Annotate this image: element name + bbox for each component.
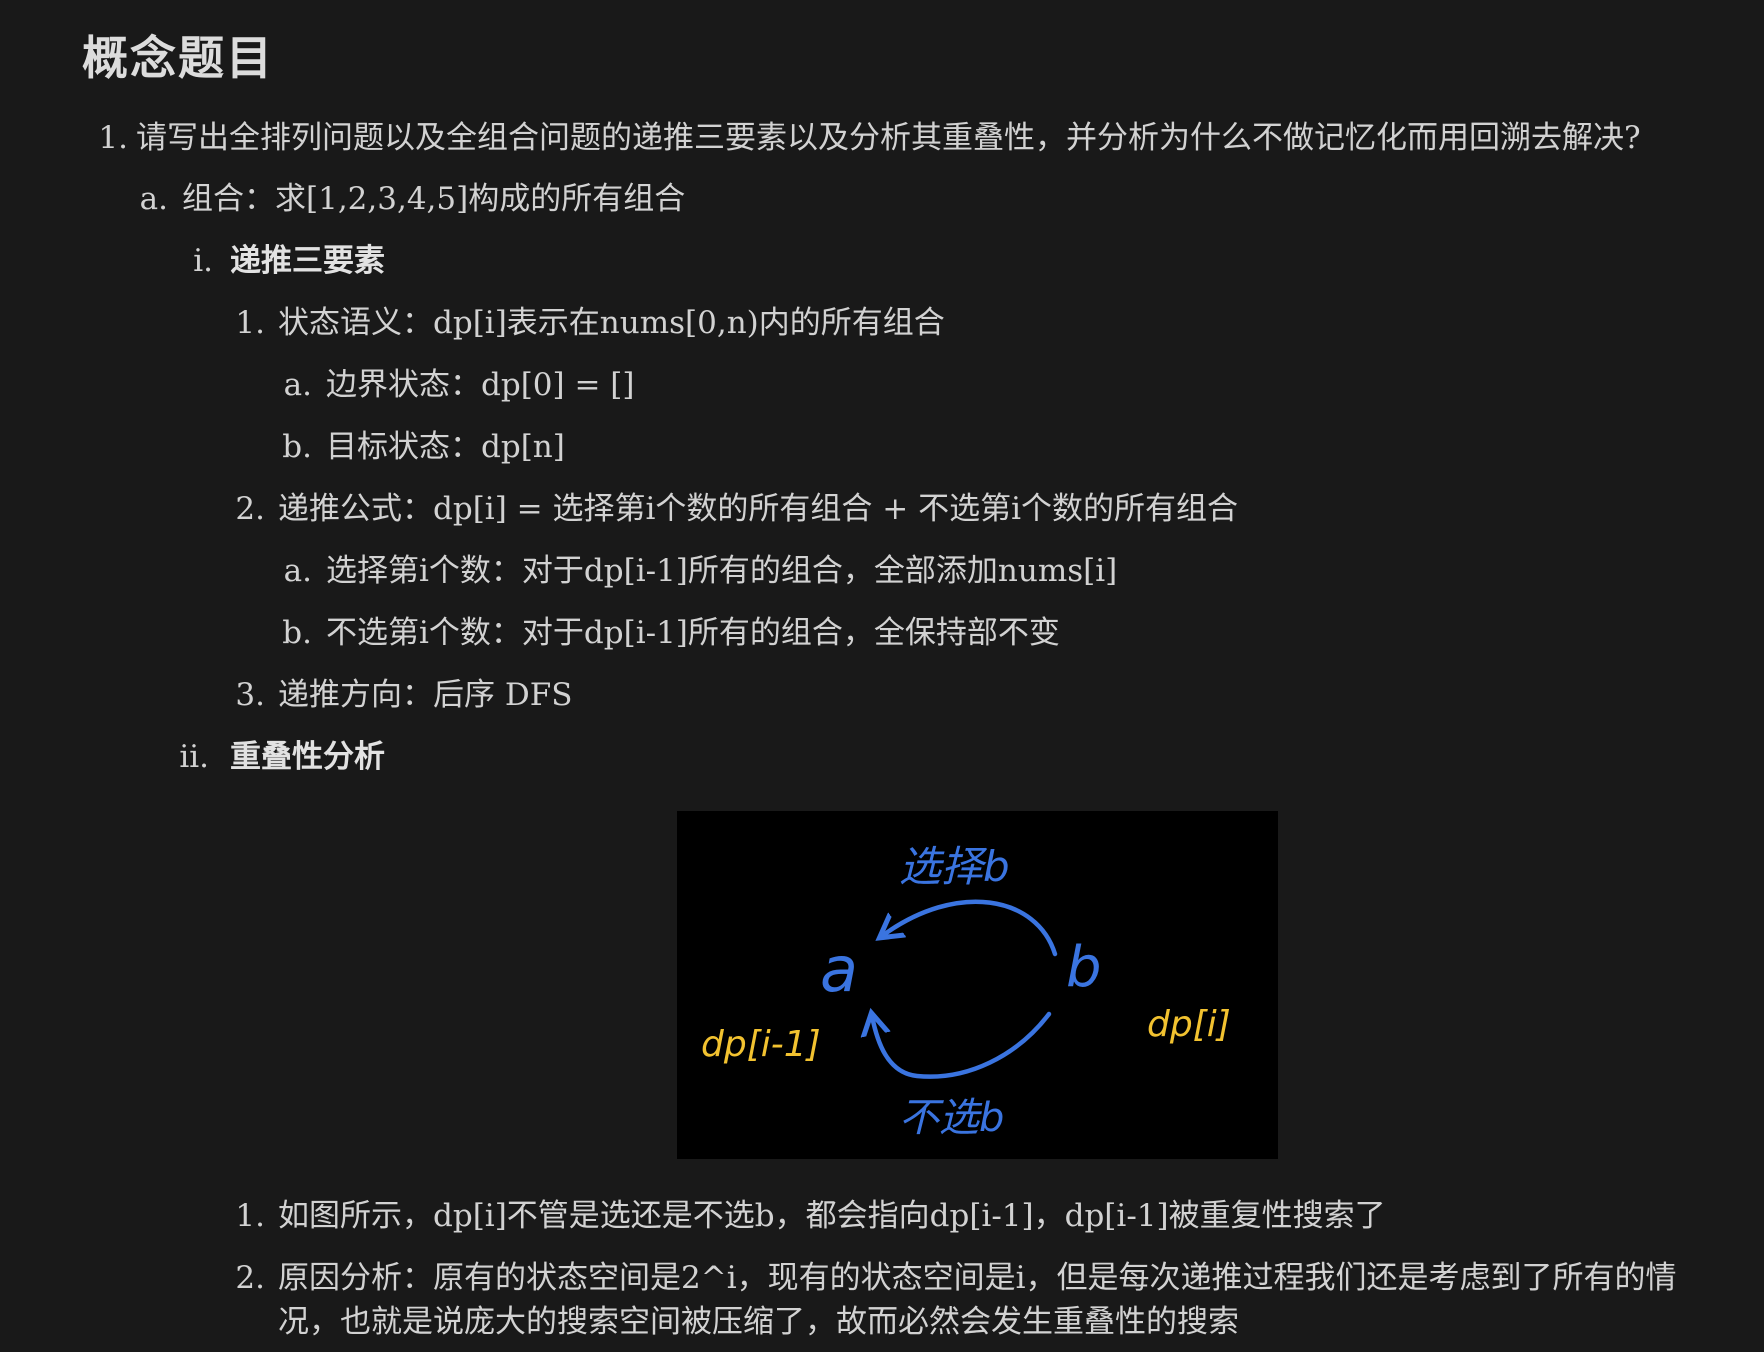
select-b-arrow — [882, 899, 1058, 957]
list-marker: 1. — [98, 120, 128, 156]
diagram-label-right: dp[i] — [1147, 1004, 1231, 1045]
list-item-text: 组合：求[1,2,3,4,5]构成的所有组合 — [182, 181, 686, 217]
skip-b-arrow — [872, 1014, 1052, 1079]
diagram-label-top: 选择b — [899, 842, 1010, 891]
diagram-node-b: b — [1066, 935, 1102, 1000]
list-marker: 2. — [235, 491, 265, 527]
diagram-svg: 选择b a b 不选b dp[i-1] dp[i] — [701, 842, 1231, 1141]
list-item-continuation: 况，也就是说庞大的搜索空间被压缩了，故而必然会发生重叠性的搜索 — [278, 1304, 1239, 1340]
list-marker: b. — [282, 615, 312, 651]
diagram-label-bottom: 不选b — [899, 1095, 1004, 1141]
list-item-text: 如图所示，dp[i]不管是选还是不选b，都会指向dp[i-1]，dp[i-1]被… — [278, 1198, 1386, 1234]
list-item-text: 边界状态：dp[0] = [] — [326, 367, 635, 403]
list-item-text: 原因分析：原有的状态空间是2^i，现有的状态空间是i，但是每次递推过程我们还是考… — [278, 1260, 1677, 1296]
page-title: 概念题目 — [82, 31, 274, 85]
diagram-node-a: a — [820, 933, 858, 1006]
list-marker: a. — [283, 367, 312, 403]
list-marker: ii. — [179, 739, 209, 775]
list-item-text: 递推方向：后序 DFS — [278, 677, 573, 713]
list-item-text: 目标状态：dp[n] — [326, 429, 565, 465]
list-marker: 3. — [235, 677, 265, 713]
section-heading: 重叠性分析 — [230, 739, 385, 775]
list-item-text: 选择第i个数：对于dp[i-1]所有的组合，全部添加nums[i] — [326, 553, 1118, 589]
list-marker: b. — [282, 429, 312, 465]
list-marker: 2. — [235, 1260, 265, 1296]
diagram-label-left: dp[i-1] — [701, 1024, 821, 1065]
list-item-text: 递推公式：dp[i] = 选择第i个数的所有组合 + 不选第i个数的所有组合 — [278, 491, 1238, 527]
list-marker: i. — [193, 243, 213, 279]
list-item-text: 状态语义：dp[i]表示在nums[0,n)内的所有组合 — [278, 305, 945, 341]
list-item-text: 请写出全排列问题以及全组合问题的递推三要素以及分析其重叠性，并分析为什么不做记忆… — [136, 120, 1641, 156]
list-marker: a. — [139, 181, 168, 217]
list-item-text: 不选第i个数：对于dp[i-1]所有的组合，全保持部不变 — [326, 615, 1060, 651]
list-marker: a. — [283, 553, 312, 589]
diagram-image: 选择b a b 不选b dp[i-1] dp[i] — [677, 811, 1278, 1159]
list-marker: 1. — [235, 305, 265, 341]
section-heading: 递推三要素 — [230, 243, 385, 279]
list-marker: 1. — [235, 1198, 265, 1234]
